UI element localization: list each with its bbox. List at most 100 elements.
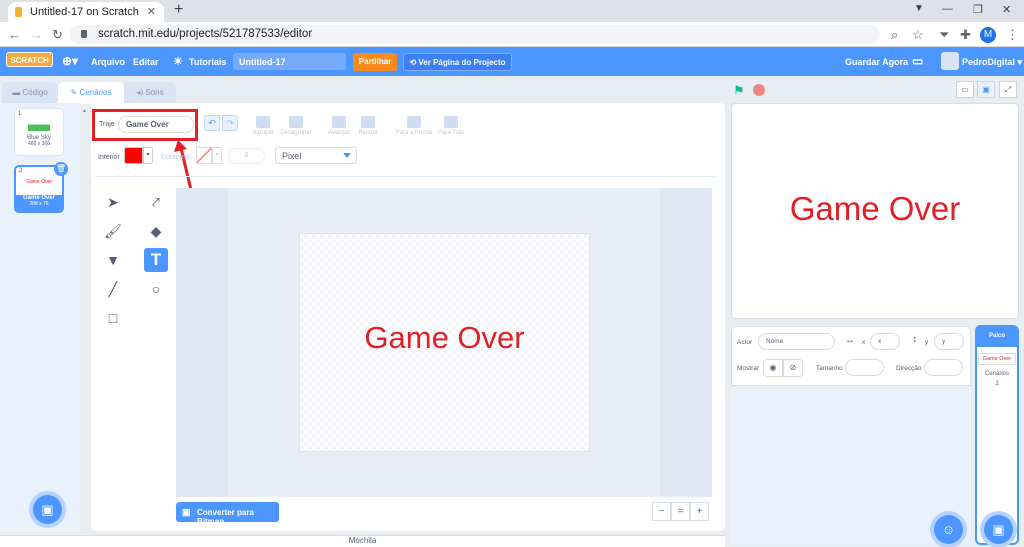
tab-costumes-label: Cenários [79, 88, 112, 97]
address-bar[interactable]: scratch.mit.edu/projects/521787533/edito… [70, 25, 880, 44]
my-stuff-folder-icon[interactable]: ▭ [912, 54, 923, 68]
forward-button[interactable]: Avançar [325, 116, 353, 136]
outline-color-swatch[interactable] [196, 147, 212, 164]
x-label: x [862, 339, 866, 346]
choose-sprite-icon[interactable]: ☺ [934, 515, 963, 544]
toolbar-divider [95, 176, 715, 177]
back-label: Para Trás [437, 130, 464, 136]
language-globe-icon[interactable]: ⊕▾ [62, 54, 78, 68]
large-stage-icon[interactable]: ▣ [977, 81, 995, 98]
extensions-puzzle-icon[interactable]: ✚ [960, 27, 971, 43]
zoom-out-button[interactable]: − [652, 502, 671, 521]
image-icon: ▣ [182, 507, 191, 517]
x-input[interactable]: x [870, 333, 900, 350]
browser-menu-icon[interactable]: ⋮ [1006, 27, 1019, 43]
direction-input[interactable] [924, 359, 963, 376]
line-tool-icon[interactable]: ╱ [101, 277, 125, 301]
zoom-icon[interactable]: ⌕ [891, 27, 898, 43]
stage-text-game-over: Game Over [789, 190, 961, 227]
size-label: Tamanho [816, 365, 843, 372]
circle-tool-icon[interactable]: ○ [144, 277, 168, 301]
collapse-arrow-icon[interactable]: ▴ [83, 107, 86, 114]
scratch-logo[interactable]: SCRATCH [6, 52, 53, 67]
front-button[interactable]: Para a Frente [394, 116, 434, 136]
back-icon[interactable]: ← [8, 27, 21, 42]
small-stage-icon[interactable]: ▭ [956, 81, 974, 98]
project-title-input[interactable]: Untitled-17 [233, 53, 346, 70]
choose-backdrop-icon[interactable]: ▣ [984, 515, 1013, 544]
highlight-arrow-icon [174, 140, 193, 191]
show-eye-icon[interactable]: ◉ [763, 359, 783, 377]
menu-edit[interactable]: Editar [133, 57, 159, 67]
eraser-tool-icon[interactable]: ◆ [144, 219, 168, 243]
forward-icon[interactable]: → [30, 27, 43, 42]
zoom-reset-button[interactable]: = [671, 502, 690, 521]
reshape-tool-icon[interactable]: ⤤ [144, 190, 168, 214]
undo-icon[interactable]: ↶ [204, 115, 220, 131]
profile-avatar[interactable]: M [980, 27, 996, 43]
save-now-button[interactable]: Guardar Agora [845, 57, 908, 67]
menu-tutorials[interactable]: Tutoriais [189, 57, 226, 67]
share-button[interactable]: Partilhar [353, 53, 397, 71]
front-icon [407, 116, 421, 128]
tab-code-label: Código [22, 88, 48, 97]
redo-icon[interactable]: ↷ [222, 115, 238, 131]
fill-tool-icon[interactable]: ▼ [101, 248, 125, 272]
ungroup-button[interactable]: Desagrupar [279, 116, 313, 136]
x-arrows-icon: ↔ [845, 335, 855, 346]
back-button[interactable]: Para Trás [436, 116, 466, 136]
green-flag-icon[interactable]: ⚑ [733, 83, 745, 99]
y-label: y [925, 339, 929, 346]
backward-button[interactable]: Recuar [355, 116, 381, 136]
window-close-icon[interactable]: ✕ [1002, 3, 1011, 16]
extension-filter-icon[interactable]: ⏷ [939, 27, 949, 43]
back-icon [444, 116, 458, 128]
see-project-page-button[interactable]: ⟲ Ver Página do Projecto [403, 53, 512, 71]
username-menu[interactable]: PedroDigital ▾ [962, 57, 1022, 68]
backward-icon [361, 116, 375, 128]
y-input[interactable]: y [934, 333, 964, 350]
tab-sounds[interactable]: ◂) Sons [124, 82, 176, 103]
delete-costume-icon[interactable]: 🗑 [54, 162, 68, 176]
user-avatar[interactable] [941, 52, 959, 70]
outline-size-input[interactable]: 0 [228, 148, 265, 164]
hide-eye-icon[interactable]: ⊘ [783, 359, 803, 377]
mode-value: Pixel [282, 151, 302, 161]
tab-search-icon[interactable]: ▼ [914, 3, 924, 14]
outline-dropdown-icon[interactable]: ▾ [212, 147, 222, 164]
text-tool-icon[interactable]: T [144, 248, 168, 272]
fill-dropdown-icon[interactable]: ▾ [143, 147, 153, 164]
close-tab-icon[interactable]: ✕ [147, 5, 156, 18]
stop-icon[interactable] [753, 84, 765, 96]
backpack-header[interactable]: Mochila [0, 535, 725, 547]
rectangle-tool-icon[interactable]: □ [101, 306, 125, 330]
bookmark-star-icon[interactable]: ☆ [912, 27, 924, 43]
size-input[interactable] [845, 359, 884, 376]
canvas-text-game-over[interactable]: Game Over [299, 320, 590, 356]
reload-icon[interactable]: ↻ [52, 27, 63, 43]
brush-tool-icon[interactable]: 🖌 [101, 219, 125, 243]
menu-file[interactable]: Arquivo [91, 57, 125, 67]
costume-item[interactable]: 1 Blue Sky 480 x 360 [14, 108, 64, 156]
browser-tab-title: Untitled-17 on Scratch [30, 6, 139, 18]
group-label: Agrupar [252, 130, 274, 136]
backdrops-label: Cenários [984, 371, 1009, 377]
zoom-in-button[interactable]: + [690, 502, 709, 521]
new-tab-icon[interactable]: + [174, 1, 183, 19]
stage-selector-header: Palco [975, 325, 1019, 347]
choose-costume-icon[interactable]: ▣ [33, 495, 62, 524]
browser-tab[interactable]: Untitled-17 on Scratch ✕ [8, 2, 164, 22]
fill-color-swatch[interactable] [124, 147, 143, 164]
minimize-icon[interactable]: — [942, 3, 953, 15]
select-tool-icon[interactable]: ➤ [101, 190, 125, 214]
group-button[interactable]: Agrupar [249, 116, 277, 136]
maximize-icon[interactable]: ❐ [973, 3, 983, 16]
fullscreen-icon[interactable]: ⤢ [999, 81, 1017, 98]
stage-thumbnail: Game Over [978, 353, 1016, 365]
tab-code[interactable]: ▬ Código [2, 82, 58, 103]
bitmap-mode-select[interactable]: Pixel [275, 147, 357, 164]
tab-costumes[interactable]: ✎ Cenários [58, 82, 124, 104]
tutorials-icon: ☀ [173, 56, 183, 68]
convert-to-bitmap-button[interactable]: ▣ Converter para Bitmap [176, 502, 279, 526]
sprite-name-input[interactable]: Nome [758, 333, 835, 350]
